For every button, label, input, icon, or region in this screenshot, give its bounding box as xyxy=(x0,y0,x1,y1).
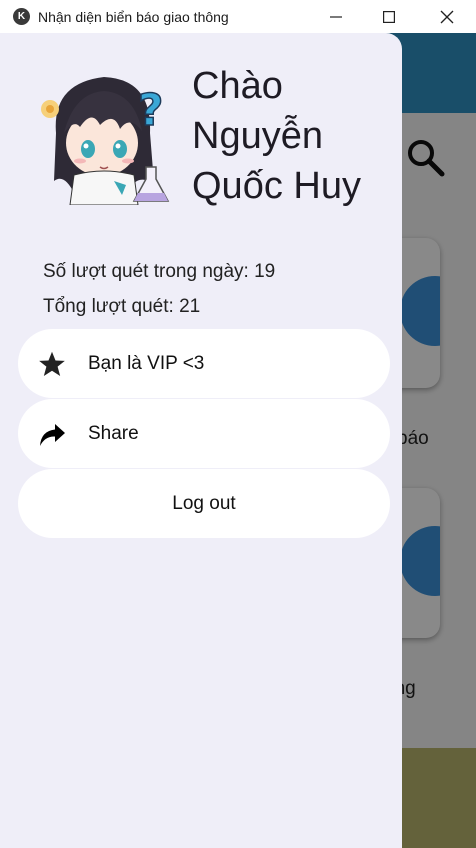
daily-scan-count: Số lượt quét trong ngày: 19 xyxy=(43,261,276,282)
user-avatar: ? xyxy=(41,77,170,205)
greeting-line: Chào xyxy=(192,65,283,107)
close-button[interactable] xyxy=(424,0,470,33)
window-titlebar: K Nhận diện biển báo giao thông xyxy=(0,0,476,33)
share-arrow-icon xyxy=(40,424,65,446)
vip-button-label: Bạn là VIP <3 xyxy=(88,352,205,374)
logout-button[interactable]: Log out xyxy=(18,469,390,538)
star-icon xyxy=(39,351,65,377)
window-title: Nhận diện biển báo giao thông xyxy=(38,8,229,25)
vip-button[interactable]: Bạn là VIP <3 xyxy=(18,329,390,398)
logout-button-label: Log out xyxy=(172,492,236,514)
total-scan-count: Tổng lượt quét: 21 xyxy=(43,296,201,317)
share-button[interactable]: Share xyxy=(18,399,390,468)
minimize-button[interactable] xyxy=(313,0,359,33)
svg-text:?: ? xyxy=(138,85,164,136)
navigation-drawer: ? Chào Nguyễn Quốc Huy Số lượt quét tron… xyxy=(0,33,402,848)
app-logo-icon: K xyxy=(13,8,30,25)
greeting-text: Chào Nguyễn Quốc Huy xyxy=(192,61,397,211)
share-button-label: Share xyxy=(88,422,139,444)
greeting-line: Nguyễn xyxy=(192,115,323,157)
maximize-button[interactable] xyxy=(366,0,412,33)
greeting-line: Quốc Huy xyxy=(192,165,361,207)
